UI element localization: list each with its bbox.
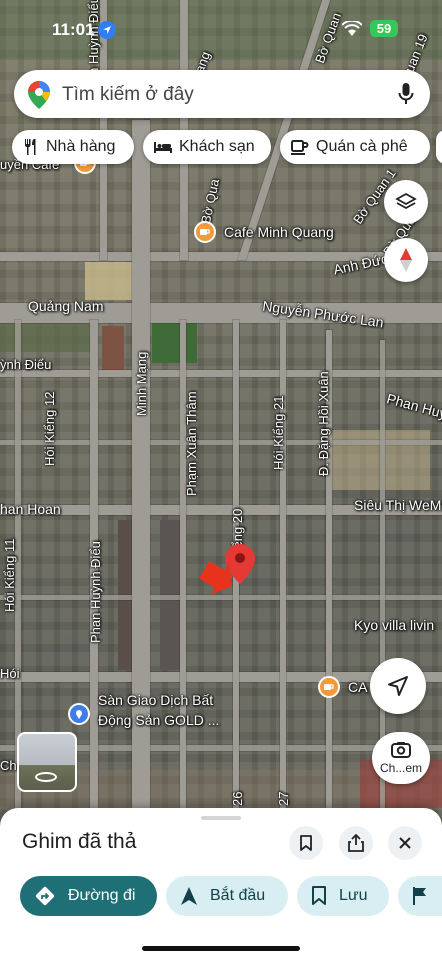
street-label: Đ. Đặng Hồi Xuân [316, 371, 331, 476]
action-label: Đường đi [68, 887, 136, 904]
sheet-drag-handle[interactable] [201, 816, 241, 820]
search-input[interactable]: Tìm kiếm ở đây [62, 84, 194, 106]
coffee-cup-icon [291, 140, 309, 155]
street-view-thumbnail[interactable] [17, 732, 77, 792]
directions-icon [35, 886, 55, 906]
layers-button[interactable] [384, 180, 428, 224]
chip-label: Quán cà phê [316, 138, 408, 155]
street-label: Bờ Qua [198, 177, 223, 226]
layers-icon [395, 192, 417, 210]
compass-button[interactable] [384, 238, 428, 282]
poi-cafe-right[interactable]: CA [318, 676, 367, 698]
street-label: Hói [0, 666, 20, 681]
share-icon [348, 834, 364, 852]
flag-icon [413, 887, 426, 905]
action-label: Bắt đầu [210, 887, 266, 904]
chip-cafes[interactable]: Quán cà phê [280, 130, 430, 164]
location-pin-icon [68, 703, 90, 725]
status-bar: 11:01 59 [0, 18, 442, 44]
search-bar[interactable]: Tìm kiếm ở đây [14, 70, 430, 118]
street-label: Siêu Thị WeM [354, 497, 442, 513]
location-arrow-icon [98, 21, 116, 39]
lens-button[interactable]: Ch...em [372, 732, 430, 784]
poi-label: Cafe Minh Quang [224, 224, 334, 240]
street-label: han Hoan [0, 501, 61, 517]
street-label: Phan Huy [384, 390, 442, 422]
street-label: ỳnh Điểu [0, 357, 52, 372]
navigation-arrow-icon [388, 676, 408, 696]
bottom-sheet[interactable]: Ghim đã thả Đường đi Bắt đầu Lưu [0, 808, 442, 960]
my-location-button[interactable] [370, 658, 426, 714]
street-label: Quảng Nam [28, 298, 104, 314]
road [0, 440, 442, 445]
wifi-icon [341, 19, 363, 42]
street-label: Hói Kiểng 11 [2, 538, 17, 612]
bookmark-icon [300, 835, 312, 851]
street-label: Phạm Xuân Thâm [184, 391, 199, 496]
label-button[interactable] [398, 876, 442, 916]
action-label: Lưu [339, 887, 368, 904]
status-time: 11:01 [52, 20, 95, 39]
poi-label: CA [348, 679, 368, 695]
map-field [152, 323, 197, 363]
sheet-title: Ghim đã thả [22, 830, 137, 853]
bookmark-icon [312, 886, 326, 905]
street-label: Hói Kiểng 12 [42, 391, 57, 466]
poi-label: Sàn Giao Dịch Bất [98, 692, 214, 708]
maps-pin-logo-icon [28, 81, 50, 114]
road [0, 370, 442, 377]
coffee-cup-icon [318, 676, 340, 698]
arrow-annotation-icon [199, 560, 236, 609]
chip-hotels[interactable]: Khách sạn [143, 130, 271, 164]
save-button[interactable]: Lưu [297, 876, 389, 916]
camera-lens-icon [391, 742, 411, 758]
microphone-icon[interactable] [398, 82, 414, 111]
street-label: Phan Huỳnh Điểu [88, 541, 103, 643]
navigation-icon [181, 887, 197, 905]
chip-label: Khách sạn [179, 138, 255, 155]
street-label: Minh Mạng [134, 351, 149, 416]
close-icon [399, 837, 411, 849]
map-lot [85, 262, 135, 300]
save-bookmark-button[interactable] [289, 826, 323, 860]
street-label: Hói Kiểng 21 [271, 395, 286, 470]
directions-button[interactable]: Đường đi [20, 876, 157, 916]
street-label: Ch [0, 758, 17, 773]
poi-cafe-minh-quang[interactable]: Cafe Minh Quang [194, 221, 334, 243]
map-building [102, 326, 124, 372]
close-button[interactable] [388, 826, 422, 860]
share-button[interactable] [339, 826, 373, 860]
chip-label: Nhà hàng [46, 138, 116, 155]
poi-san-giao-dich[interactable] [68, 703, 90, 725]
battery-icon: 59 [370, 20, 398, 37]
street-label: 26 [230, 791, 245, 806]
street-label: Kyo villa livin [354, 617, 435, 633]
home-indicator [142, 946, 300, 951]
start-button[interactable]: Bắt đầu [166, 876, 288, 916]
chip-more[interactable] [436, 130, 442, 164]
chip-restaurants[interactable]: Nhà hàng [12, 130, 134, 164]
street-label: 27 [276, 791, 291, 806]
fork-knife-icon [25, 139, 36, 155]
lens-label: Ch...em [379, 761, 422, 775]
coffee-cup-icon [194, 221, 216, 243]
poi-label: Động Sản GOLD ... [98, 712, 220, 728]
compass-icon [400, 248, 412, 272]
bed-icon [154, 142, 172, 153]
street-view-icon [35, 772, 57, 782]
road [280, 320, 286, 810]
